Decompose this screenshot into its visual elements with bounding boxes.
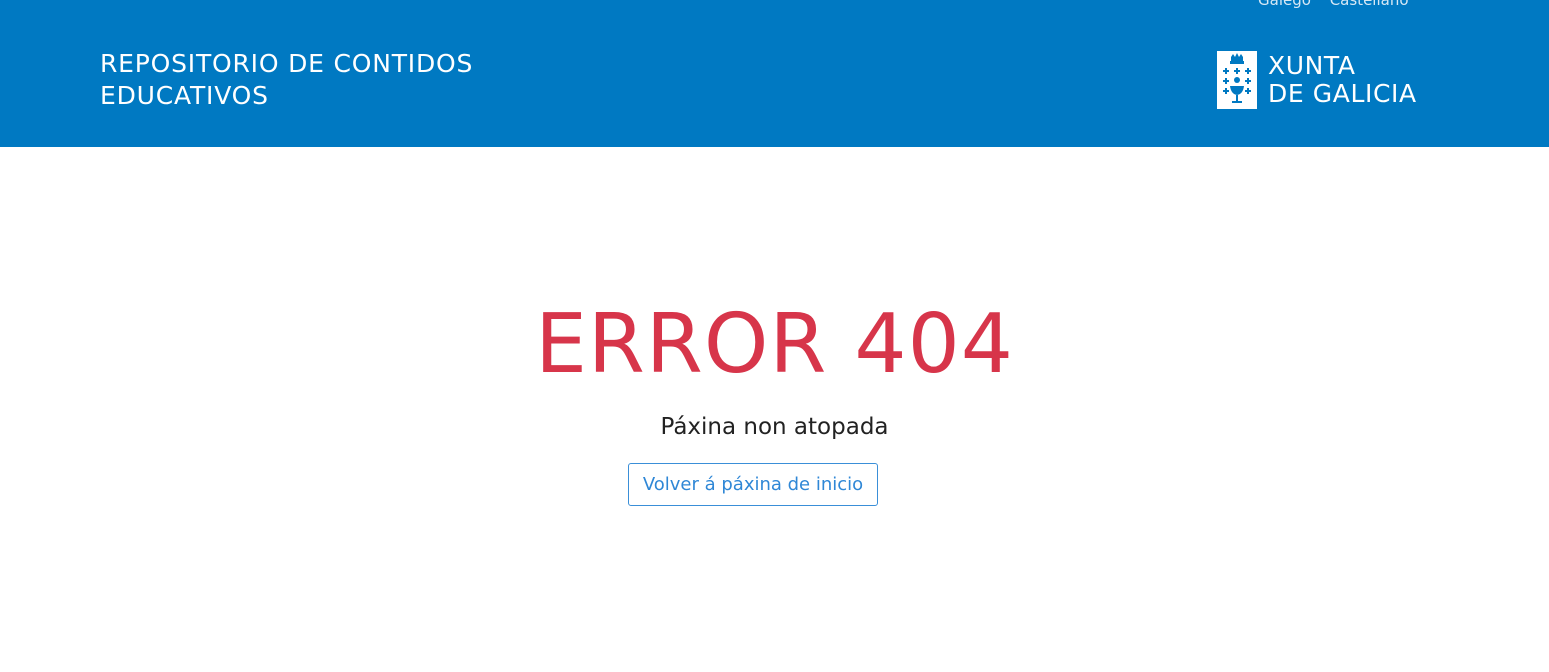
xunta-logo[interactable]: XUNTA DE GALICIA: [1217, 51, 1417, 109]
logo-text-line1: XUNTA: [1268, 51, 1356, 80]
site-title-line2: educativos: [100, 81, 269, 110]
xunta-coat-of-arms-icon: [1217, 51, 1257, 109]
error-message: Páxina non atopada: [660, 414, 889, 440]
error-title: ERROR 404: [535, 297, 1014, 392]
language-selector: Galego Castellano: [1258, 0, 1423, 9]
language-link-galego[interactable]: Galego: [1258, 0, 1311, 9]
site-title-line1: Repositorio de contidos: [100, 49, 474, 78]
logo-text: XUNTA DE GALICIA: [1268, 52, 1417, 108]
language-link-castellano[interactable]: Castellano: [1330, 0, 1409, 9]
main-content: ERROR 404 Páxina non atopada Volver á pá…: [0, 147, 1549, 672]
back-to-home-button[interactable]: Volver á páxina de inicio: [628, 463, 878, 506]
site-header: Galego Castellano Repositorio de contido…: [0, 0, 1549, 147]
site-title[interactable]: Repositorio de contidos educativos: [100, 48, 580, 112]
logo-text-line2: DE GALICIA: [1268, 79, 1417, 108]
